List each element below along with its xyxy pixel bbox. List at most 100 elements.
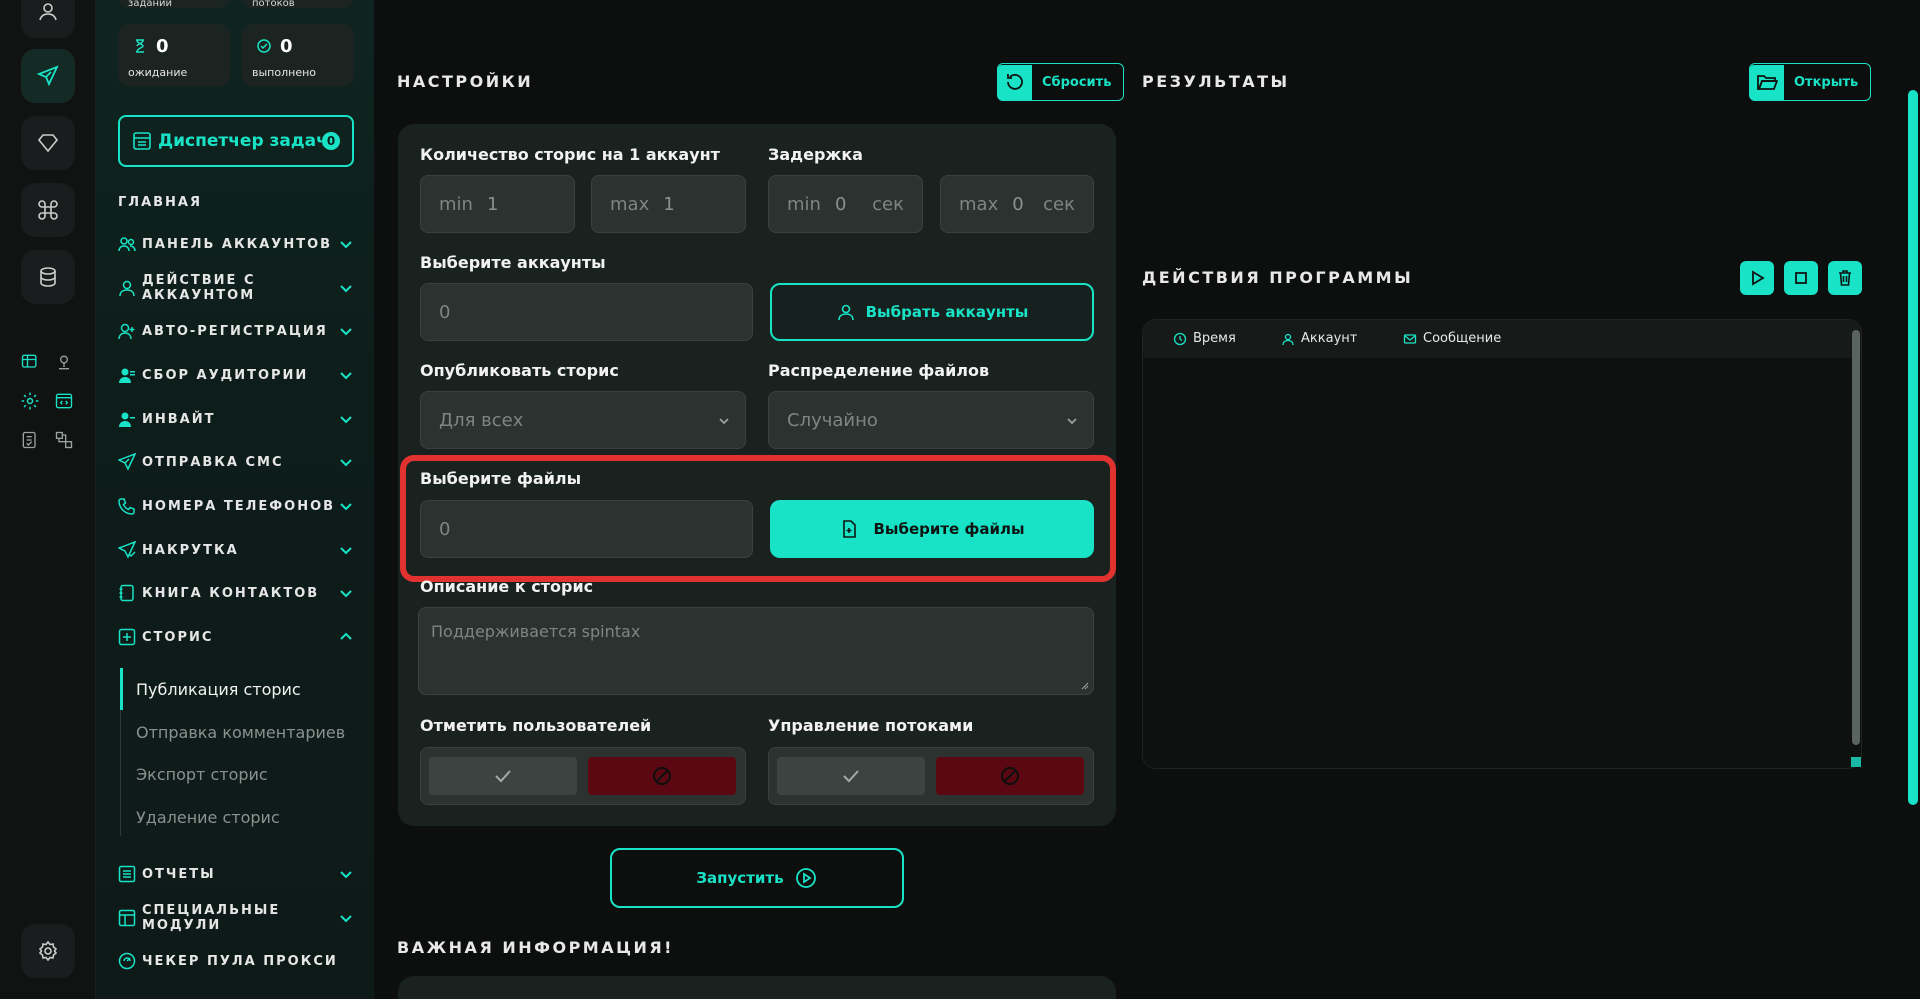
nav-invite[interactable]: ИНВАЙТ: [118, 407, 354, 431]
code-window-icon: [55, 393, 73, 409]
chevron-down-icon: [340, 285, 352, 293]
threads-label: Управление потоками: [768, 716, 974, 735]
stop-button[interactable]: [1784, 261, 1818, 295]
tasks-stat-card: заданий: [118, 0, 230, 9]
waiting-stat-card: 0 ожидание: [118, 24, 230, 86]
delay-unit: сек: [1043, 194, 1075, 215]
program-log: Время Аккаунт Сообщение: [1142, 319, 1862, 769]
nav-label: СТОРИС: [142, 629, 214, 645]
log-column-label: Сообщение: [1423, 331, 1502, 346]
book-icon: [119, 584, 134, 602]
accounts-count-field[interactable]: 0: [420, 283, 753, 341]
description-label: Описание к сторис: [420, 577, 594, 596]
code-window-rail-icon[interactable]: [53, 390, 75, 412]
table-gear-rail-icon[interactable]: [19, 351, 41, 373]
clock-icon: [1173, 332, 1187, 345]
important-info-title: ВАЖНАЯ ИНФОРМАЦИЯ!: [397, 938, 674, 957]
mark-users-yes-button[interactable]: [429, 757, 577, 795]
settings-gear-rail-icon[interactable]: [19, 390, 41, 412]
delay-max-input[interactable]: max 0 сек: [940, 175, 1094, 233]
waiting-value: 0: [156, 36, 169, 57]
nav-reports[interactable]: ОТЧЕТЫ: [118, 862, 354, 886]
map-pin-rail-icon[interactable]: [53, 351, 75, 373]
accounts-count-value: 0: [439, 301, 451, 323]
stories-min-input[interactable]: min 1: [420, 175, 575, 233]
nav-contact-book[interactable]: КНИГА КОНТАКТОВ: [118, 581, 354, 605]
nav-label: ПАНЕЛЬ АККАУНТОВ: [142, 236, 333, 252]
nav-label: ДЕЙСТВИЕ С АККАУНТОМ: [142, 273, 256, 303]
nav-accounts-panel[interactable]: ПАНЕЛЬ АККАУНТОВ: [118, 232, 354, 256]
tasks-stat-label: заданий: [128, 0, 173, 9]
play-button[interactable]: [1740, 261, 1774, 295]
task-manager-label: Диспетчер задач: [158, 131, 328, 151]
clear-log-button[interactable]: [1828, 261, 1862, 295]
checklist-rail-icon[interactable]: [19, 429, 41, 451]
nav-stories[interactable]: СТОРИС: [118, 625, 354, 649]
submenu-delete-stories[interactable]: Удаление сторис: [136, 808, 280, 827]
description-textarea[interactable]: Поддерживается spintax: [418, 607, 1094, 695]
log-scrollbar[interactable]: [1852, 330, 1860, 745]
sidebar: заданий потоков 0 ожидание 0 выполнено Д…: [96, 0, 374, 999]
threads-stat-card: потоков: [242, 0, 354, 9]
task-manager-button[interactable]: Диспетчер задач 0: [118, 115, 354, 167]
chevron-down-icon: [340, 416, 352, 424]
submenu-send-comments[interactable]: Отправка комментариев: [136, 723, 345, 742]
distribution-label: Распределение файлов: [768, 361, 990, 380]
threads-toggle: [768, 747, 1094, 805]
profile-rail-button[interactable]: [21, 0, 75, 38]
mark-users-toggle: [420, 747, 746, 805]
nav-label: СБОР АУДИТОРИИ: [142, 367, 309, 383]
nav-boost[interactable]: НАКРУТКА: [118, 538, 354, 562]
publish-select[interactable]: Для всех: [420, 391, 746, 449]
nav-special-modules[interactable]: СПЕЦИАЛЬНЫЕ МОДУЛИ: [118, 903, 354, 933]
nav-label: АВТО-РЕГИСТРАЦИЯ: [142, 323, 328, 339]
log-column-time[interactable]: Время: [1173, 331, 1236, 346]
command-rail-button[interactable]: [21, 183, 75, 237]
send-rail-button[interactable]: [21, 49, 75, 103]
run-label: Запустить: [696, 869, 784, 887]
resize-grip-icon[interactable]: [1079, 680, 1089, 690]
chevron-down-icon: [340, 503, 352, 511]
user-icon: [119, 280, 135, 297]
submenu-export-stories[interactable]: Экспорт сторис: [136, 765, 268, 784]
play-icon: [1752, 270, 1765, 286]
nav-label: ОТПРАВКА СМС: [142, 454, 284, 470]
task-manager-badge: 0: [322, 132, 340, 150]
open-button[interactable]: Открыть: [1749, 63, 1872, 101]
log-column-message[interactable]: Сообщение: [1403, 331, 1501, 346]
stories-submenu: Публикация сторис Отправка комментариев …: [120, 668, 350, 836]
nav-audience-collection[interactable]: СБОР АУДИТОРИИ: [118, 363, 354, 387]
user-invite-icon: [119, 412, 135, 427]
database-rail-button[interactable]: [21, 250, 75, 304]
nodes-rail-icon[interactable]: [53, 429, 75, 451]
nav-phone-numbers[interactable]: НОМЕРА ТЕЛЕФОНОВ: [118, 494, 354, 518]
nav-auto-registration[interactable]: АВТО-РЕГИСТРАЦИЯ: [118, 319, 354, 343]
settings-rail-button[interactable]: [21, 924, 75, 978]
mark-users-no-button[interactable]: [588, 757, 736, 795]
run-button[interactable]: Запустить: [610, 848, 904, 908]
nav-sms-sending[interactable]: ОТПРАВКА СМС: [118, 450, 354, 474]
log-resize-handle[interactable]: [1851, 757, 1861, 767]
threads-no-button[interactable]: [936, 757, 1084, 795]
max-value: 1: [663, 193, 675, 215]
log-column-account[interactable]: Аккаунт: [1281, 331, 1357, 346]
nav-account-action[interactable]: ДЕЙСТВИЕ С АККАУНТОМ: [118, 273, 354, 303]
done-label: выполнено: [252, 66, 317, 79]
delay-min-input[interactable]: min 0 сек: [768, 175, 923, 233]
open-label: Открыть: [1794, 74, 1859, 90]
nav-label: НАКРУТКА: [142, 542, 239, 558]
stories-max-input[interactable]: max 1: [591, 175, 746, 233]
diamond-rail-button[interactable]: [21, 116, 75, 170]
submenu-publish-stories[interactable]: Публикация сторис: [136, 680, 301, 699]
diamond-icon: [37, 134, 59, 153]
page-scrollbar[interactable]: [1908, 90, 1918, 805]
mail-icon: [1403, 333, 1417, 344]
chevron-down-icon: [340, 241, 352, 249]
highlight-box: [400, 455, 1116, 582]
nav-proxy-checker[interactable]: ЧЕКЕР ПУЛА ПРОКСИ: [118, 949, 354, 973]
threads-yes-button[interactable]: [777, 757, 925, 795]
distribution-select[interactable]: Случайно: [768, 391, 1094, 449]
select-accounts-button[interactable]: Выбрать аккаунты: [770, 283, 1094, 341]
table-gear-icon: [21, 354, 37, 368]
reset-button[interactable]: Сбросить: [997, 63, 1125, 101]
